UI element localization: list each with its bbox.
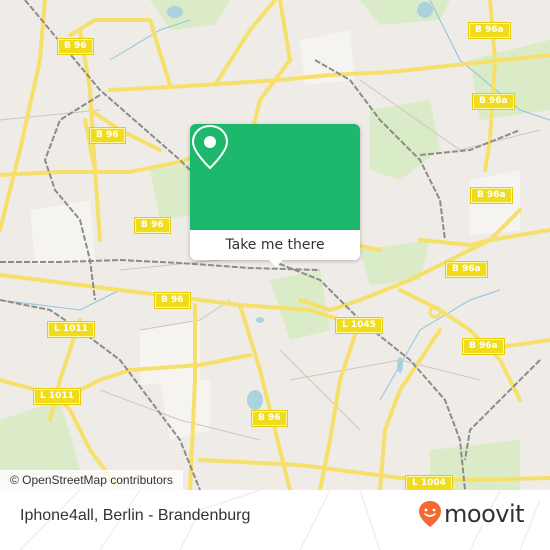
road-label: B 96a (445, 261, 488, 278)
road-label: B 96 (57, 38, 94, 55)
road-label: L 1011 (47, 321, 95, 338)
moovit-logo[interactable]: moovit (418, 500, 525, 528)
moovit-smile-pin-icon (419, 501, 441, 527)
road-label: B 96a (468, 22, 511, 39)
popup-pointer (268, 259, 284, 267)
road-label: B 96a (470, 187, 513, 204)
map-pin-icon (191, 124, 229, 170)
footer: Iphone4all, Berlin - Brandenburg moovit (0, 490, 550, 550)
road-label: B 96 (134, 217, 171, 234)
road-label: L 1004 (405, 475, 453, 490)
road-label: L 1011 (33, 388, 81, 405)
road-label: B 96a (462, 338, 505, 355)
road-label: B 96 (154, 292, 191, 309)
map-view[interactable]: B 96 B 96 B 96 B 96 B 96 B 96a B 96a B 9… (0, 0, 550, 490)
take-me-there-button[interactable]: Take me there (190, 230, 360, 260)
road-label: L 1045 (335, 317, 383, 334)
road-label: B 96 (89, 127, 126, 144)
road-label: B 96 (251, 410, 288, 427)
place-name: Iphone4all, Berlin - Brandenburg (20, 507, 251, 524)
osm-attribution[interactable]: © OpenStreetMap contributors (0, 470, 183, 490)
road-label: B 96a (472, 93, 515, 110)
location-popup[interactable]: Take me there (190, 124, 360, 267)
brand-name: moovit (444, 500, 525, 528)
popup-header[interactable] (190, 124, 360, 230)
